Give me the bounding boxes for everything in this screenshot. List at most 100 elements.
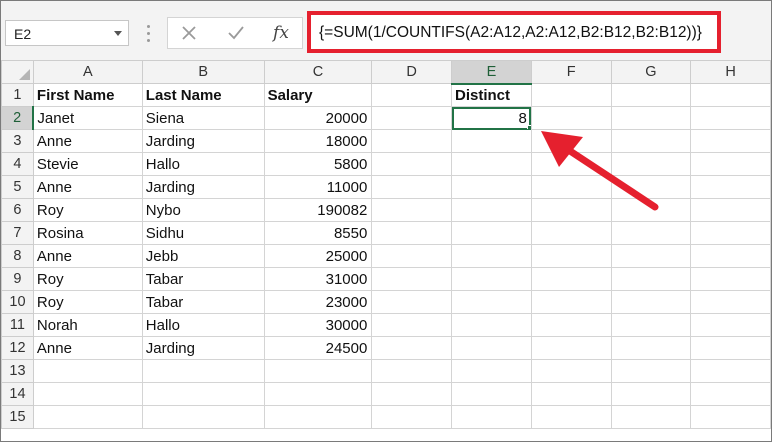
cell-last-name[interactable]: Hallo [141, 313, 265, 337]
cell-last-name[interactable]: Sidhu [141, 221, 265, 245]
cell-first-name[interactable]: Anne [32, 129, 143, 153]
row-header[interactable]: 12 [1, 336, 34, 360]
cell[interactable] [610, 313, 692, 337]
column-header-d[interactable]: D [371, 60, 452, 84]
cell[interactable] [690, 267, 771, 291]
cell[interactable] [371, 267, 452, 291]
cell-last-name[interactable]: Jebb [141, 244, 265, 268]
column-header-b[interactable]: B [141, 60, 265, 84]
cell-salary[interactable]: 190082 [263, 198, 373, 222]
column-header-a[interactable]: A [32, 60, 143, 84]
cell[interactable] [690, 382, 771, 406]
cell[interactable] [451, 336, 532, 360]
checkmark-icon[interactable] [221, 20, 251, 46]
row-header[interactable]: 5 [1, 175, 34, 199]
row-header[interactable]: 10 [1, 290, 34, 314]
cell[interactable] [530, 290, 612, 314]
row-header[interactable]: 14 [1, 382, 34, 406]
cell-salary[interactable]: 5800 [263, 152, 373, 176]
cell[interactable] [451, 382, 532, 406]
cell-first-name[interactable]: Anne [32, 175, 143, 199]
row-header[interactable]: 2 [1, 106, 35, 130]
cell[interactable] [371, 382, 452, 406]
cell-last-name[interactable]: Nybo [141, 198, 265, 222]
cell[interactable] [263, 359, 373, 383]
cell-salary[interactable]: 30000 [263, 313, 373, 337]
row-header[interactable]: 1 [1, 83, 34, 107]
cell[interactable] [371, 313, 452, 337]
cell-last-name[interactable]: Jarding [141, 336, 265, 360]
cell-last-name[interactable]: Hallo [141, 152, 265, 176]
cell[interactable] [690, 106, 771, 130]
cell-salary[interactable]: 23000 [263, 290, 373, 314]
cell[interactable] [690, 290, 771, 314]
cell[interactable] [610, 83, 692, 107]
cell[interactable] [530, 382, 612, 406]
cell[interactable] [610, 405, 692, 429]
cell[interactable] [371, 336, 452, 360]
cell-first-name[interactable]: Stevie [32, 152, 143, 176]
cell[interactable] [530, 359, 612, 383]
cell[interactable] [371, 244, 452, 268]
cell-first-name[interactable]: Rosina [32, 221, 143, 245]
cell[interactable] [141, 359, 265, 383]
cell[interactable] [610, 359, 692, 383]
cell[interactable] [451, 244, 532, 268]
cell[interactable] [690, 175, 771, 199]
cell-last-name[interactable]: Tabar [141, 267, 265, 291]
cell-salary[interactable]: 18000 [263, 129, 373, 153]
row-header[interactable]: 4 [1, 152, 34, 176]
cell[interactable] [371, 198, 452, 222]
cell[interactable] [690, 359, 771, 383]
column-header-g[interactable]: G [610, 60, 692, 84]
cell[interactable] [371, 175, 452, 199]
cell[interactable] [451, 198, 532, 222]
cell[interactable] [371, 405, 452, 429]
header-cell-first-name[interactable]: First Name [32, 83, 143, 107]
cell[interactable] [451, 267, 532, 291]
cell[interactable] [610, 290, 692, 314]
cell-last-name[interactable]: Jarding [141, 175, 265, 199]
close-icon[interactable] [174, 20, 204, 46]
cell-first-name[interactable]: Roy [32, 267, 143, 291]
cell[interactable] [610, 244, 692, 268]
cell[interactable] [530, 313, 612, 337]
cell[interactable] [141, 405, 265, 429]
cell[interactable] [451, 405, 532, 429]
cell[interactable] [610, 221, 692, 245]
cell[interactable] [263, 382, 373, 406]
cell[interactable] [451, 129, 532, 153]
cell[interactable] [451, 359, 532, 383]
cell-salary[interactable]: 20000 [263, 106, 373, 130]
header-cell-distinct[interactable]: Distinct [451, 83, 532, 107]
cell-salary[interactable]: 24500 [263, 336, 373, 360]
cell-last-name[interactable]: Tabar [141, 290, 265, 314]
chevron-down-icon[interactable] [114, 31, 122, 36]
row-header[interactable]: 9 [1, 267, 34, 291]
cell[interactable] [451, 313, 532, 337]
cell[interactable] [451, 175, 532, 199]
column-header-f[interactable]: F [530, 60, 612, 84]
cell[interactable] [371, 129, 452, 153]
cell[interactable] [371, 359, 452, 383]
row-header[interactable]: 6 [1, 198, 34, 222]
cell[interactable] [690, 405, 771, 429]
row-header[interactable]: 8 [1, 244, 34, 268]
cell[interactable] [530, 405, 612, 429]
cell-salary[interactable]: 25000 [263, 244, 373, 268]
cell-salary[interactable]: 8550 [263, 221, 373, 245]
cell[interactable] [610, 382, 692, 406]
cell[interactable] [690, 221, 771, 245]
cell[interactable] [141, 382, 265, 406]
cell-salary[interactable]: 11000 [263, 175, 373, 199]
cell[interactable] [530, 336, 612, 360]
column-header-e[interactable]: E [451, 60, 532, 85]
cell[interactable] [451, 290, 532, 314]
cell[interactable] [371, 83, 452, 107]
cell[interactable] [610, 267, 692, 291]
header-cell-last-name[interactable]: Last Name [141, 83, 265, 107]
fill-handle[interactable] [526, 125, 531, 129]
cell-last-name[interactable]: Jarding [141, 129, 265, 153]
cell[interactable] [530, 244, 612, 268]
cell-first-name[interactable]: Janet [32, 106, 143, 130]
